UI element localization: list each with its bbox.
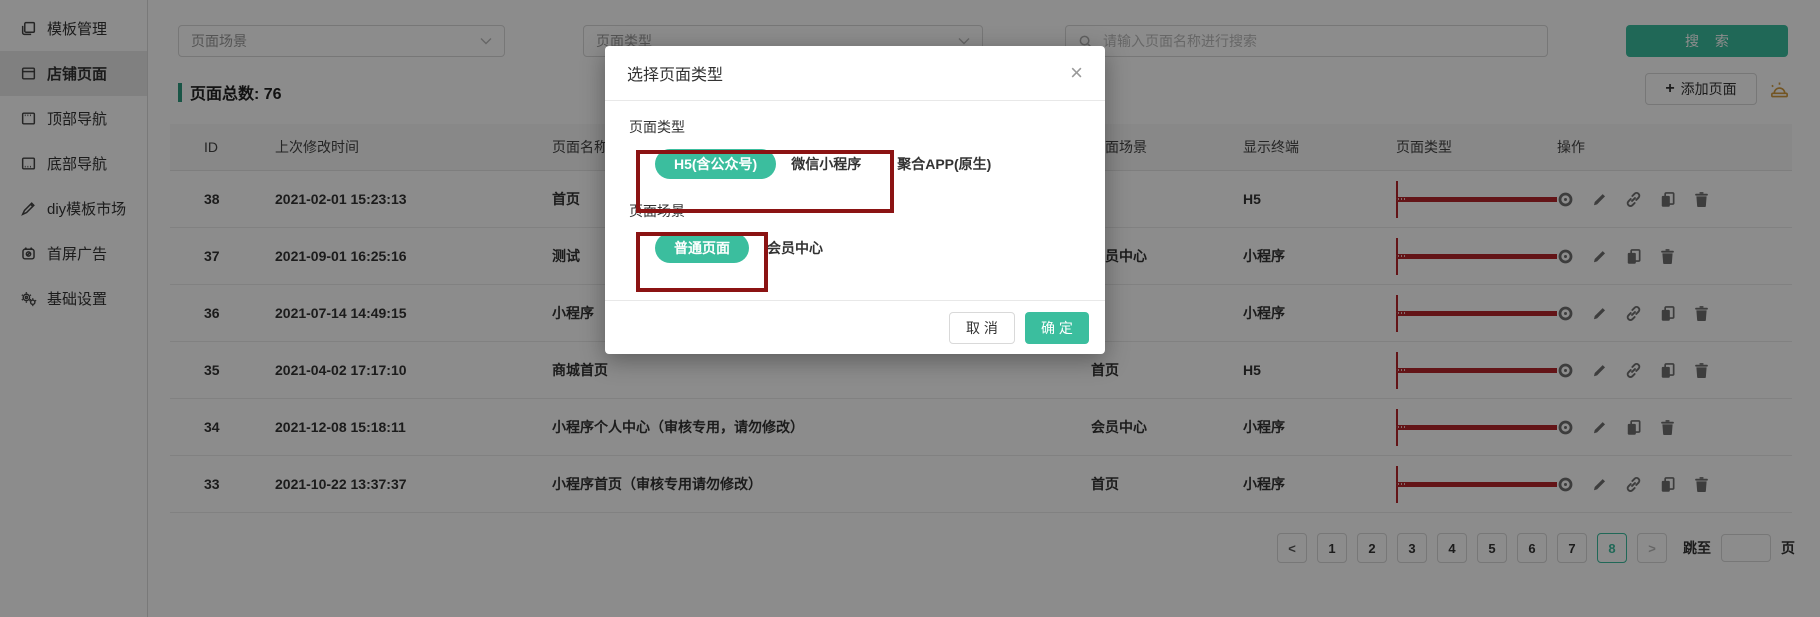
option-normal-page-selected[interactable]: 普通页面 bbox=[655, 233, 749, 263]
page-scene-section-label: 页面场景 bbox=[629, 201, 1081, 221]
page-type-options: H5(含公众号) 微信小程序 聚合APP(原生) bbox=[655, 149, 1081, 179]
close-icon[interactable]: × bbox=[1070, 62, 1083, 84]
page-type-section-label: 页面类型 bbox=[629, 117, 1081, 137]
option-h5-selected[interactable]: H5(含公众号) bbox=[655, 149, 776, 179]
option-member-center[interactable]: 会员中心 bbox=[767, 238, 823, 258]
cancel-button[interactable]: 取 消 bbox=[949, 312, 1015, 344]
confirm-button[interactable]: 确 定 bbox=[1025, 312, 1089, 344]
option-wechat-miniprogram[interactable]: 微信小程序 bbox=[791, 154, 861, 174]
page-scene-options: 普通页面 会员中心 bbox=[655, 233, 1081, 263]
option-native-app[interactable]: 聚合APP(原生) bbox=[897, 154, 991, 174]
modal-footer: 取 消 确 定 bbox=[605, 300, 1105, 354]
modal-title: 选择页面类型 bbox=[627, 61, 723, 85]
select-page-type-dialog: 选择页面类型 × 页面类型 H5(含公众号) 微信小程序 聚合APP(原生) 页… bbox=[605, 46, 1105, 354]
modal-body: 页面类型 H5(含公众号) 微信小程序 聚合APP(原生) 页面场景 普通页面 … bbox=[605, 101, 1105, 263]
modal-header: 选择页面类型 × bbox=[605, 46, 1105, 101]
